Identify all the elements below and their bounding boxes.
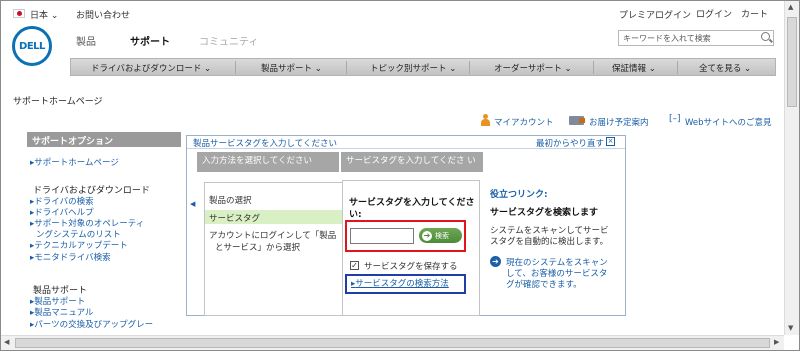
save-tag-label: サービスタグを保存する bbox=[364, 262, 458, 272]
collapse-left-icon[interactable]: ◀ bbox=[190, 200, 195, 208]
vertical-scroll-thumb[interactable] bbox=[787, 17, 797, 107]
main-nav: ドライバおよびダウンロード ⌄ 製品サポート ⌄ トピック別サポート ⌄ オーダ… bbox=[70, 58, 776, 76]
search-button-label: 検索 bbox=[435, 231, 449, 240]
quick-links-title: 役立つリンク: bbox=[490, 190, 548, 200]
dell-logo[interactable]: DELL bbox=[12, 26, 52, 66]
save-tag-checkbox[interactable]: ✓ bbox=[350, 261, 359, 270]
breadcrumb[interactable]: サポートホームページ bbox=[13, 94, 103, 107]
howto-link-label: サービスタグの検索方法 bbox=[355, 279, 449, 289]
delivery-truck-icon bbox=[569, 116, 585, 125]
search-input[interactable]: キーワードを入れて検索 bbox=[618, 30, 774, 46]
search-button[interactable]: ➔ 検索 bbox=[419, 228, 462, 243]
scroll-up-icon[interactable]: ▲ bbox=[788, 3, 793, 11]
scroll-left-icon[interactable]: ◀ bbox=[4, 338, 9, 346]
option-login-account[interactable]: アカウントにログインして「製品 bbox=[209, 229, 336, 241]
login-link[interactable]: ログイン bbox=[696, 7, 732, 20]
search-icon[interactable] bbox=[761, 32, 770, 41]
horizontal-scrollbar[interactable]: ◀ ▶ bbox=[1, 335, 784, 350]
nav-warranty[interactable]: 保証情報 ⌄ bbox=[612, 62, 656, 74]
find-tag-title: サービスタグを検索します bbox=[490, 208, 599, 218]
country-label: 日本 bbox=[30, 11, 49, 21]
tab-support[interactable]: サポート bbox=[130, 33, 170, 48]
scan-system-link-cont2[interactable]: グが確認できます。 bbox=[506, 278, 582, 290]
nav-drivers[interactable]: ドライバおよびダウンロード ⌄ bbox=[91, 62, 211, 74]
close-icon[interactable]: × bbox=[606, 137, 615, 146]
sidebar-link-label: テクニカルアップデート bbox=[34, 241, 128, 251]
feedback-link[interactable]: Webサイトへのご意見 bbox=[685, 116, 772, 128]
service-tag-panel: 製品サービスタグを入力してください 最初からやり直す × 入力方法を選択してくだ… bbox=[186, 135, 626, 316]
left-column-header: 入力方法を選択してください bbox=[197, 152, 339, 172]
nav-divider bbox=[346, 61, 347, 74]
tab-community[interactable]: コミュニティ bbox=[199, 33, 258, 48]
sidebar-link-label: 製品マニュアル bbox=[34, 308, 94, 318]
sidebar-item-manuals[interactable]: ▸製品マニュアル bbox=[30, 306, 94, 318]
nav-divider bbox=[469, 61, 470, 74]
scroll-down-icon[interactable]: ▼ bbox=[788, 324, 793, 332]
logo-text: DELL bbox=[19, 40, 45, 52]
sidebar-heading: サポートオプション bbox=[27, 132, 181, 147]
scroll-right-icon[interactable]: ▶ bbox=[774, 338, 779, 346]
nav-divider bbox=[677, 61, 678, 74]
horizontal-scroll-thumb[interactable] bbox=[15, 338, 770, 348]
entry-prompt: サービスタグを入力してくださ bbox=[349, 198, 475, 208]
howto-link[interactable]: ▸サービスタグの検索方法 bbox=[351, 277, 449, 289]
nav-see-all[interactable]: 全てを見る ⌄ bbox=[699, 62, 751, 74]
vertical-scrollbar[interactable]: ▲ ▼ bbox=[784, 1, 799, 335]
option-label: サービスタグ bbox=[209, 214, 261, 224]
option-login-account-cont[interactable]: とサービス」から選択 bbox=[215, 241, 300, 253]
find-tag-desc-cont: スタグを自動的に検出します。 bbox=[490, 237, 609, 247]
input-method-list: 製品の選択 サービスタグ ▶ アカウントにログインして「製品 とサービス」から選… bbox=[204, 182, 354, 316]
sidebar-item-monitor-drivers[interactable]: ▸モニタドライバ検索 bbox=[30, 251, 111, 263]
sidebar-support-home[interactable]: ▸サポートホームページ bbox=[30, 156, 119, 168]
cart-link[interactable]: カート bbox=[741, 7, 768, 20]
sidebar-link-label: サポートホームページ bbox=[34, 158, 119, 168]
nav-order-support[interactable]: オーダーサポート ⌄ bbox=[494, 62, 572, 74]
japan-flag-icon bbox=[13, 9, 25, 18]
nav-product-support[interactable]: 製品サポート ⌄ bbox=[261, 62, 322, 74]
tab-products[interactable]: 製品 bbox=[76, 33, 96, 48]
nav-divider bbox=[593, 61, 594, 74]
mid-column-header: サービスタグを入力してくださ い bbox=[341, 152, 483, 172]
nav-divider bbox=[235, 61, 236, 74]
panel-title: 製品サービスタグを入力してください bbox=[193, 139, 337, 149]
my-account-link[interactable]: マイアカウント bbox=[494, 116, 554, 128]
service-tag-input[interactable] bbox=[350, 228, 414, 244]
search-placeholder: キーワードを入れて検索 bbox=[623, 34, 711, 43]
panel-header: 製品サービスタグを入力してください 最初からやり直す × bbox=[187, 136, 625, 149]
option-service-tag[interactable]: サービスタグ ▶ bbox=[205, 210, 353, 224]
feedback-icon: [–] bbox=[669, 114, 681, 124]
sidebar-item-tech-updates[interactable]: ▸テクニカルアップデート bbox=[30, 239, 128, 251]
sidebar-link-label: パーツの交換及びアップグレー bbox=[34, 320, 154, 330]
my-account-icon bbox=[481, 114, 490, 126]
restart-link[interactable]: 最初からやり直す bbox=[536, 137, 604, 149]
contact-link[interactable]: お問い合わせ bbox=[76, 8, 130, 21]
delivery-link[interactable]: お届け予定案内 bbox=[589, 116, 649, 128]
entry-prompt-cont: い: bbox=[349, 210, 362, 220]
country-selector[interactable]: 日本 ⌄ bbox=[30, 8, 58, 21]
nav-topic-support[interactable]: トピック別サポート ⌄ bbox=[370, 62, 456, 74]
arrow-right-circle-icon: ➔ bbox=[490, 256, 501, 267]
sidebar-link-label: モニタドライバ検索 bbox=[34, 253, 111, 263]
premier-login-link[interactable]: プレミアログイン bbox=[619, 8, 691, 21]
option-product-select[interactable]: 製品の選択 bbox=[209, 194, 252, 206]
sidebar-item-parts[interactable]: ▸パーツの交換及びアップグレー bbox=[30, 318, 153, 330]
arrow-right-icon: ➔ bbox=[422, 230, 432, 241]
